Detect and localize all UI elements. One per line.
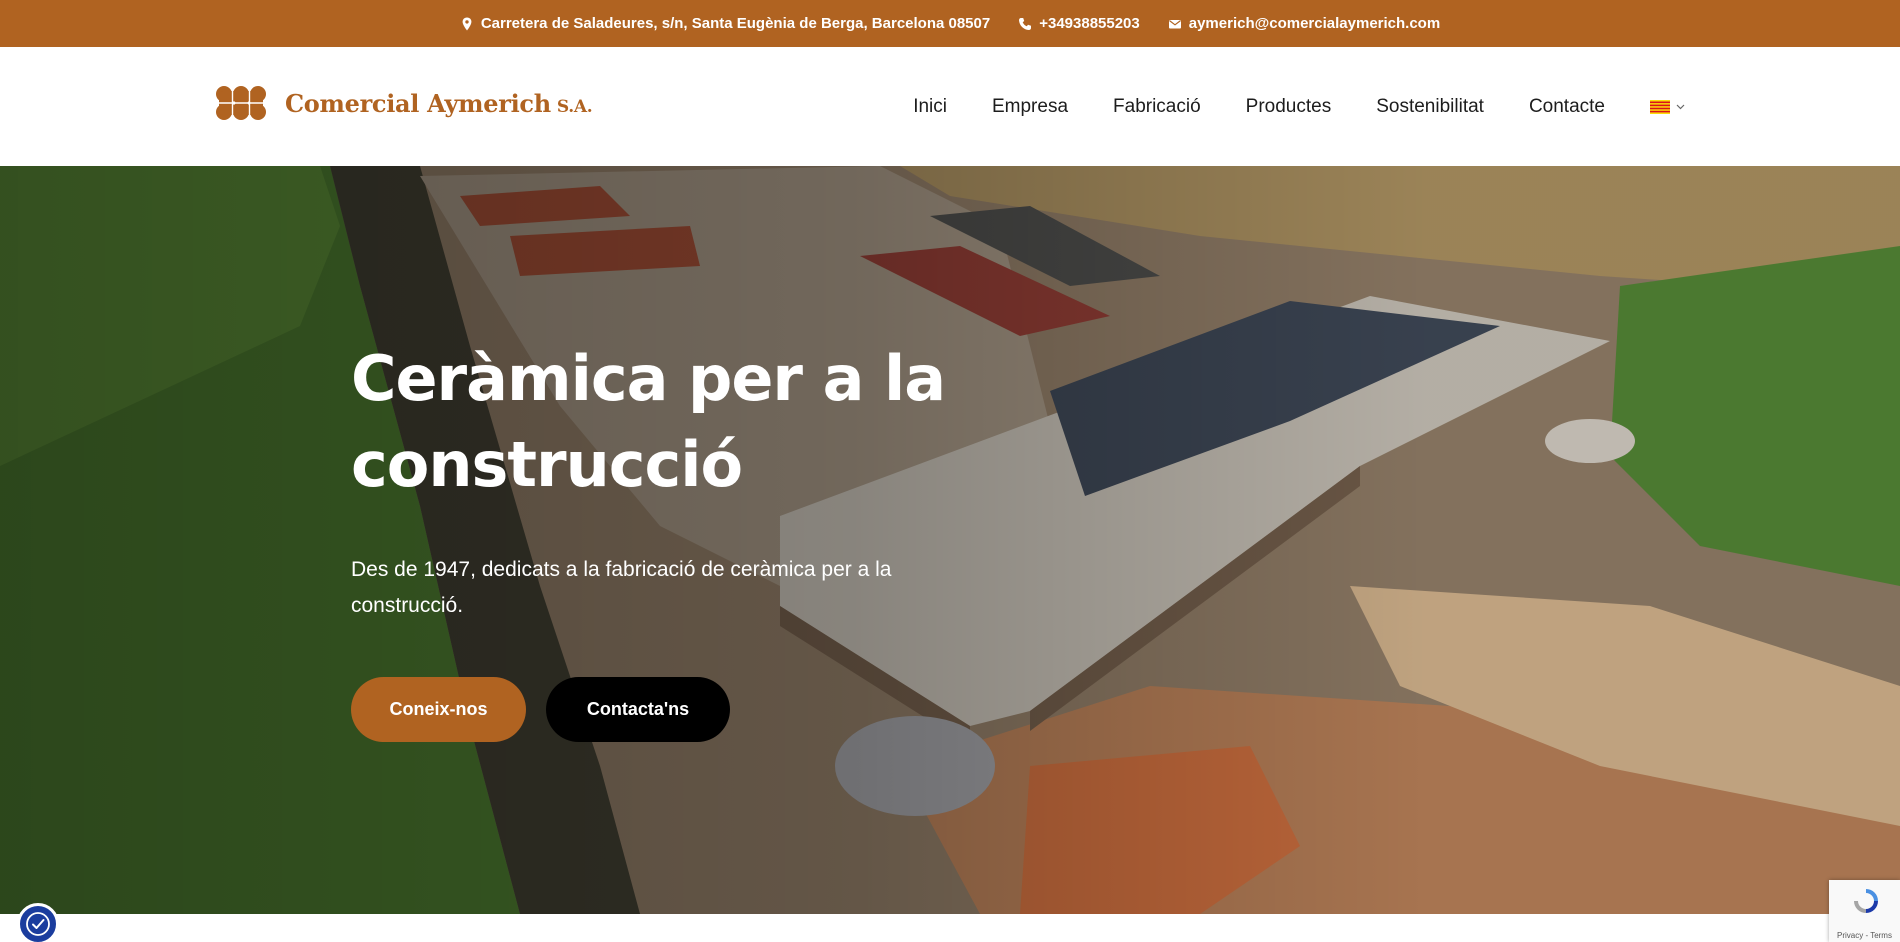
coneix-nos-button[interactable]: Coneix-nos [351,677,526,742]
hero-title: Ceràmica per a la construcció [351,336,1031,508]
phone-item[interactable]: +34938855203 [1018,15,1140,32]
chevron-down-icon [1676,104,1685,109]
nav-item-inici[interactable]: Inici [913,96,947,118]
logo-suffix: S.A. [556,96,593,117]
hero-buttons: Coneix-nos Contacta'ns [351,677,1031,742]
site-header: Comercial Aymerich S.A. Inici Empresa Fab… [0,47,1900,166]
catalan-flag-icon [1650,99,1670,114]
hero-content: Ceràmica per a la construcció Des de 194… [351,336,1031,742]
location-pin-icon [462,17,472,30]
language-selector[interactable] [1650,99,1685,114]
logo-text: Comercial Aymerich S.A. [285,88,593,118]
recaptcha-links[interactable]: Privacy - Terms [1837,931,1892,940]
nav-item-sostenibilitat[interactable]: Sostenibilitat [1376,96,1484,118]
recaptcha-icon [1854,889,1878,913]
logo-name: Comercial Aymerich [285,88,551,118]
nav-item-empresa[interactable]: Empresa [992,96,1068,118]
email-item[interactable]: aymerich@comercialaymerich.com [1168,15,1440,32]
top-contact-bar: Carretera de Saladeures, s/n, Santa Eugè… [0,0,1900,47]
address-item: Carretera de Saladeures, s/n, Santa Eugè… [460,15,990,32]
accessibility-icon [26,912,50,936]
hero-subtitle: Des de 1947, dedicats a la fabricació de… [351,558,892,617]
nav-item-contacte[interactable]: Contacte [1529,96,1605,118]
phone-icon [1019,17,1032,30]
hero-section: Ceràmica per a la construcció Des de 194… [0,166,1900,914]
logo-mark-icon [216,86,266,120]
main-nav: Inici Empresa Fabricació Productes Soste… [913,47,1685,166]
recaptcha-badge[interactable]: Privacy - Terms [1829,880,1900,942]
email-text[interactable]: aymerich@comercialaymerich.com [1189,15,1440,32]
phone-text[interactable]: +34938855203 [1039,15,1140,32]
accessibility-button[interactable] [17,903,59,942]
contactans-button[interactable]: Contacta'ns [546,677,730,742]
envelope-icon [1168,19,1181,28]
address-text: Carretera de Saladeures, s/n, Santa Eugè… [480,15,991,32]
nav-item-productes[interactable]: Productes [1246,96,1332,118]
nav-item-fabricacio[interactable]: Fabricació [1113,96,1201,118]
hero-title-line-1: Ceràmica per a la [351,342,946,415]
logo[interactable]: Comercial Aymerich S.A. [215,85,593,121]
hero-title-line-2: construcció [351,428,743,501]
